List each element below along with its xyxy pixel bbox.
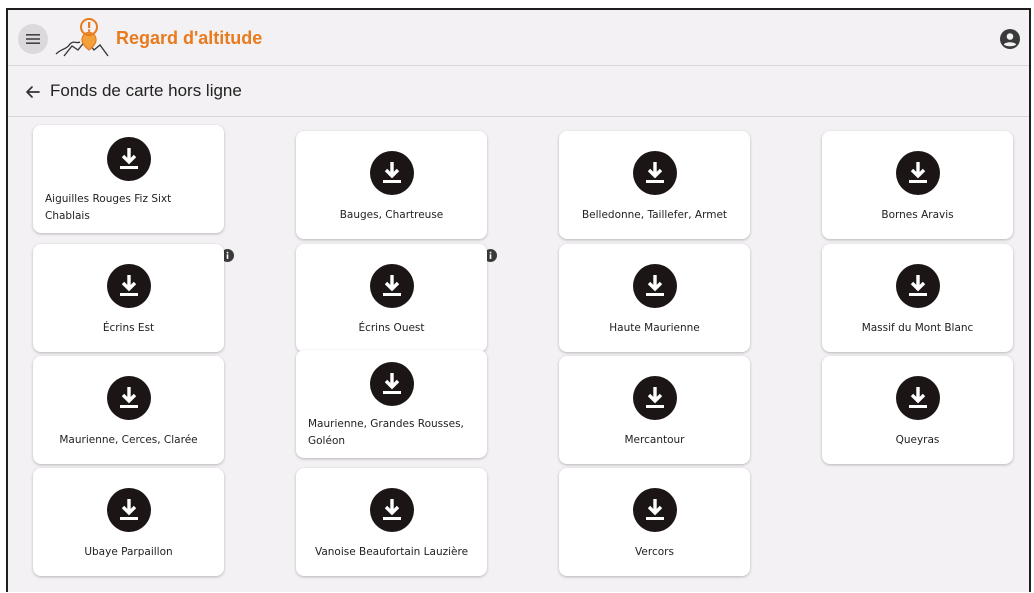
map-card[interactable]: Maurienne, Grandes Rousses, Goléon xyxy=(296,350,487,458)
map-card-label: Belledonne, Taillefer, Armet xyxy=(581,209,728,221)
map-card-label: Mercantour xyxy=(624,434,685,446)
account-circle-icon[interactable] xyxy=(999,28,1021,50)
download-icon[interactable] xyxy=(632,151,677,195)
download-icon[interactable] xyxy=(369,362,414,406)
map-card-label: Écrins Est xyxy=(102,322,155,334)
page-title: Fonds de carte hors ligne xyxy=(50,81,242,100)
download-icon[interactable] xyxy=(106,137,151,181)
map-card[interactable]: Bornes Aravis xyxy=(822,131,1013,239)
map-card-label: Aiguilles Rouges Fiz Sixt Chablais xyxy=(45,193,172,222)
map-card[interactable]: Maurienne, Cerces, Clarée xyxy=(33,356,224,464)
map-card-label: Bauges, Chartreuse xyxy=(339,209,444,221)
download-icon[interactable] xyxy=(895,264,940,308)
map-card-label: Vercors xyxy=(635,546,674,558)
download-icon[interactable] xyxy=(895,376,940,420)
download-icon[interactable] xyxy=(106,264,151,308)
arrow-back-icon[interactable] xyxy=(23,82,43,102)
download-icon[interactable] xyxy=(106,488,151,532)
map-card-label: Maurienne, Cerces, Clarée xyxy=(59,434,198,446)
map-card[interactable]: Queyras xyxy=(822,356,1013,464)
download-icon[interactable] xyxy=(632,376,677,420)
map-card[interactable]: Haute Maurienne xyxy=(559,244,750,352)
download-icon[interactable] xyxy=(632,488,677,532)
app-window: Regard d'altitude Fonds de carte hors li… xyxy=(6,8,1031,592)
map-card-label: Ubaye Parpaillon xyxy=(84,546,173,558)
map-card-label: Queyras xyxy=(895,434,940,446)
map-card-label: Vanoise Beaufortain Lauzière xyxy=(314,546,469,558)
map-card[interactable]: Écrins Est xyxy=(33,244,224,352)
map-card[interactable]: Mercantour xyxy=(559,356,750,464)
map-card[interactable]: Ubaye Parpaillon xyxy=(33,468,224,576)
map-card[interactable]: Bauges, Chartreuse xyxy=(296,131,487,239)
map-card[interactable]: Aiguilles Rouges Fiz Sixt Chablais xyxy=(33,125,224,233)
map-card[interactable]: Vercors xyxy=(559,468,750,576)
map-card-label: Maurienne, Grandes Rousses, Goléon xyxy=(308,418,464,447)
download-icon[interactable] xyxy=(369,488,414,532)
page-header: Fonds de carte hors ligne xyxy=(8,67,1029,117)
map-card-grid: Aiguilles Rouges Fiz Sixt Chablais Bauge… xyxy=(8,118,1029,592)
app-title: Regard d'altitude xyxy=(116,28,263,48)
map-card[interactable]: Vanoise Beaufortain Lauzière xyxy=(296,468,487,576)
map-card[interactable]: Écrins Ouest xyxy=(296,244,487,352)
download-icon[interactable] xyxy=(632,264,677,308)
menu-button[interactable] xyxy=(18,24,48,54)
app-bar: Regard d'altitude xyxy=(8,10,1029,66)
map-card-label: Écrins Ouest xyxy=(358,322,425,334)
map-card-label: Massif du Mont Blanc xyxy=(861,322,974,334)
map-card[interactable]: Massif du Mont Blanc xyxy=(822,244,1013,352)
download-icon[interactable] xyxy=(895,151,940,195)
download-icon[interactable] xyxy=(369,264,414,308)
download-icon[interactable] xyxy=(106,376,151,420)
app-logo xyxy=(55,18,109,57)
map-card[interactable]: Belledonne, Taillefer, Armet xyxy=(559,131,750,239)
download-icon[interactable] xyxy=(369,151,414,195)
hamburger-menu-icon xyxy=(26,34,40,44)
map-card-label: Haute Maurienne xyxy=(609,322,700,334)
map-card-label: Bornes Aravis xyxy=(881,209,954,221)
